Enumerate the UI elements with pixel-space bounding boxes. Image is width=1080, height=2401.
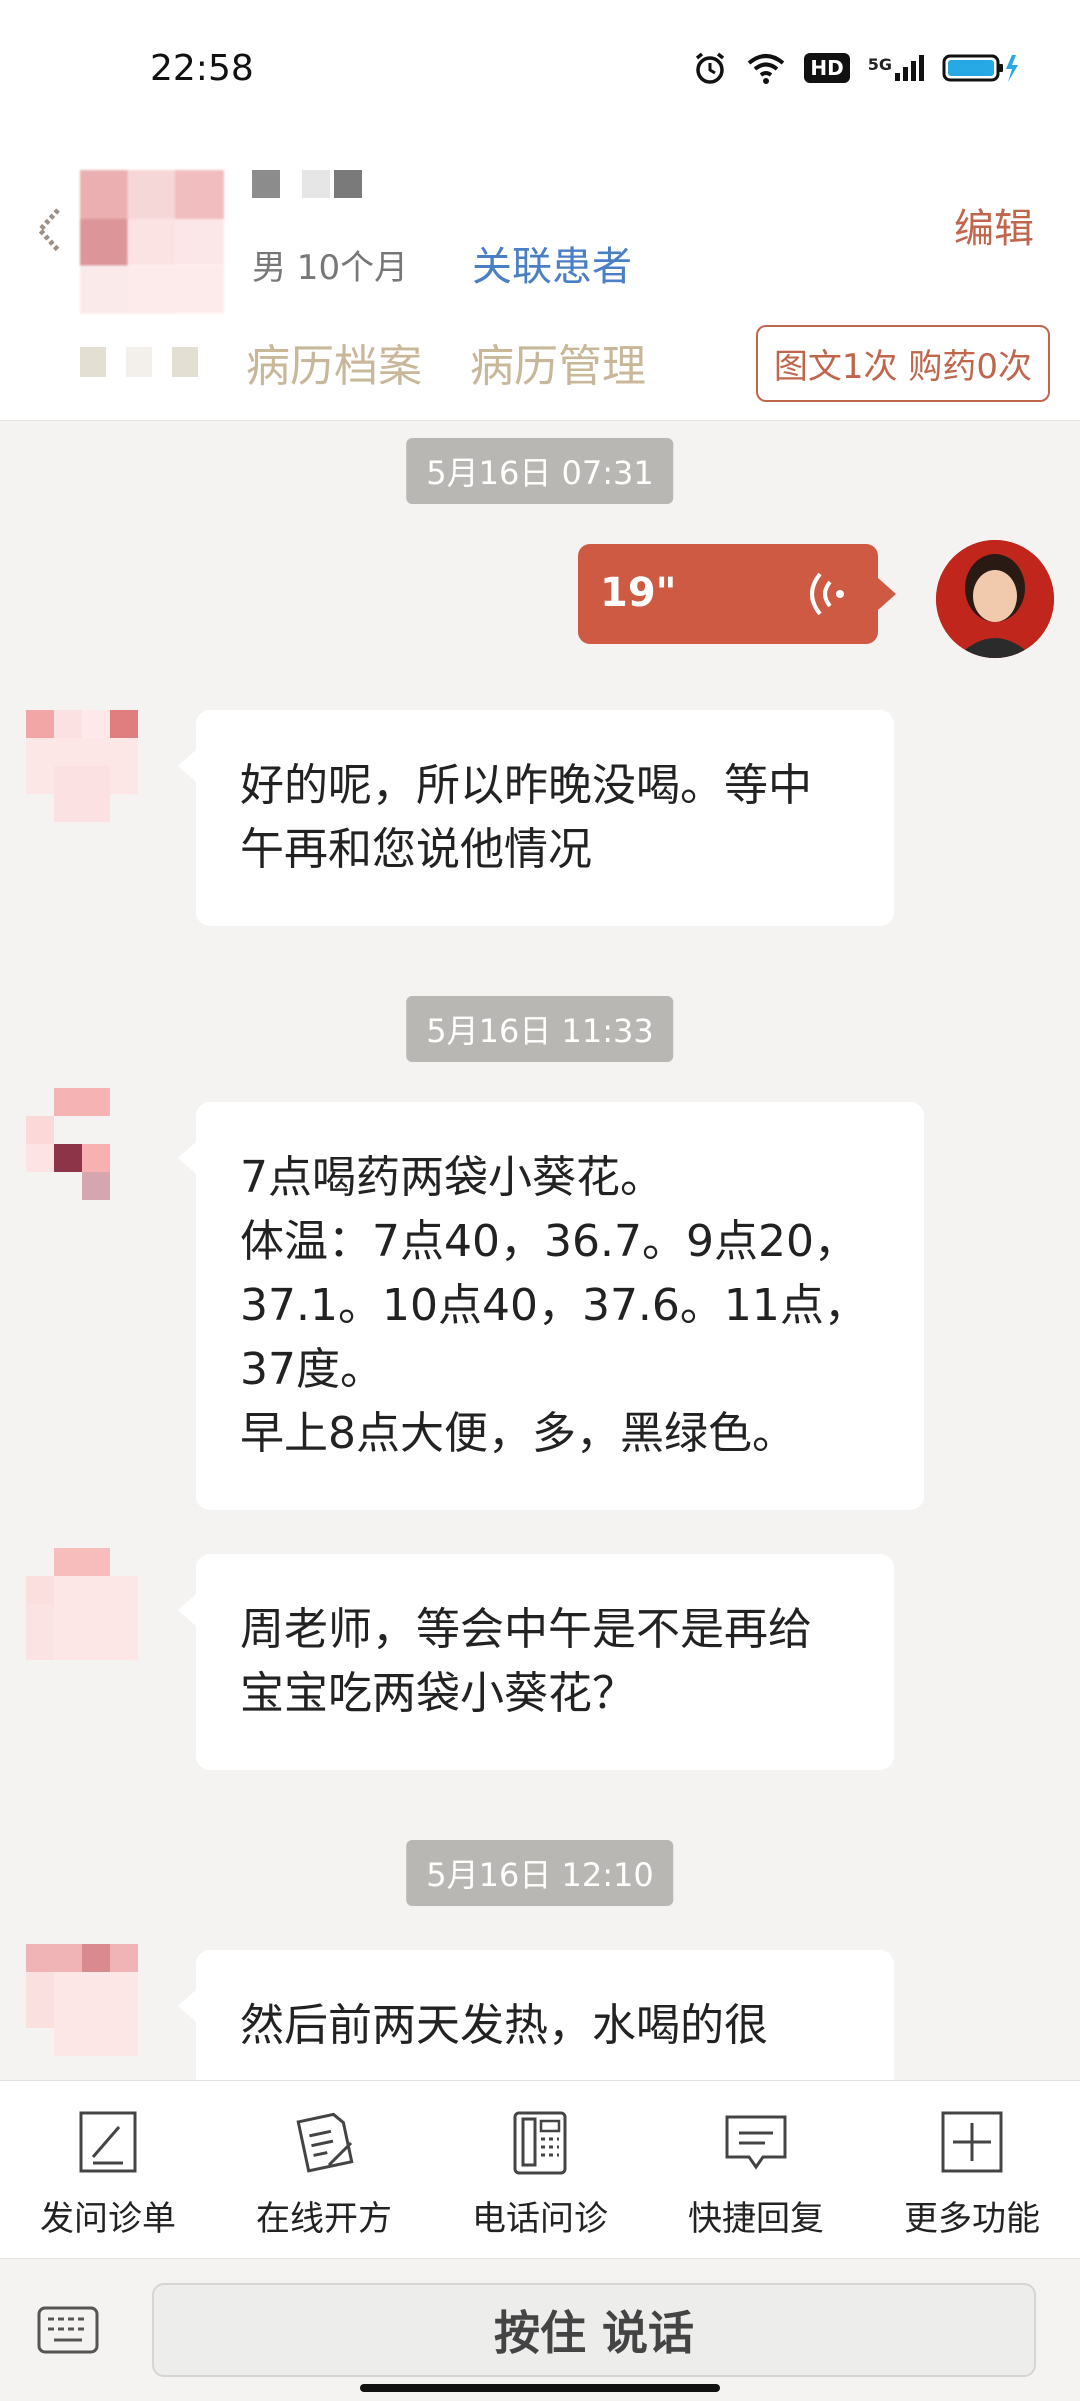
- message-bubble[interactable]: 周老师，等会中午是不是再给 宝宝吃两袋小葵花？: [178, 1554, 894, 1770]
- tool-send-form[interactable]: 发问诊单: [0, 2081, 216, 2259]
- patient-avatar-small[interactable]: [26, 1944, 138, 2056]
- signal-icon: 5G: [868, 55, 924, 81]
- tool-online-prescription[interactable]: 在线开方: [216, 2081, 432, 2259]
- keyboard-icon[interactable]: [36, 2305, 100, 2355]
- chat-list[interactable]: 5月16日 07:31 19" 好的呢，所以昨晚没喝。等中 午再和您说他情况 5…: [0, 420, 1080, 2080]
- patient-avatar[interactable]: [80, 170, 224, 314]
- quick-reply-icon: [725, 2115, 787, 2170]
- input-bar: 按住 说话: [0, 2258, 1080, 2401]
- alarm-icon: [696, 52, 725, 84]
- patient-header: 男 10个月 关联患者 编辑 病历档案 病历管理 图文1次 购药0次: [0, 140, 1080, 421]
- timestamp: 5月16日 11:33: [406, 996, 674, 1062]
- tool-quick-reply[interactable]: 快捷回复: [648, 2081, 864, 2259]
- voice-wave-icon: [810, 572, 844, 616]
- voice-message[interactable]: 19": [578, 544, 896, 644]
- voice-duration: 19": [600, 570, 677, 616]
- tool-label: 在线开方: [256, 2199, 392, 2239]
- link-patient-button[interactable]: 关联患者: [472, 234, 632, 292]
- patient-name: [252, 170, 362, 198]
- wifi-icon: [748, 54, 785, 84]
- push-to-talk-button[interactable]: 按住 说话: [152, 2283, 1036, 2377]
- gender-age: 男 10个月: [252, 248, 409, 288]
- form-icon: [79, 2111, 137, 2173]
- battery-charging-icon: [942, 54, 1018, 82]
- tab-blurred[interactable]: [80, 347, 198, 377]
- status-icons: HD 5G: [692, 50, 1020, 86]
- tool-more[interactable]: 更多功能: [864, 2081, 1080, 2259]
- patient-avatar-small[interactable]: [26, 1548, 138, 1660]
- status-bar: 22:58 HD 5G: [0, 0, 1080, 140]
- tab-record-management[interactable]: 病历管理: [470, 330, 646, 394]
- patient-avatar-small[interactable]: [26, 710, 138, 822]
- timestamp: 5月16日 12:10: [406, 1840, 674, 1906]
- doctor-avatar[interactable]: [936, 540, 1054, 658]
- hd-badge: HD: [804, 53, 850, 83]
- doctor-photo: [936, 540, 1054, 658]
- network-type: 5G: [867, 55, 892, 74]
- prescription-icon: [296, 2112, 354, 2173]
- patient-avatar-small[interactable]: [26, 1088, 138, 1200]
- message-bubble[interactable]: 然后前两天发热，水喝的很: [178, 1950, 894, 2080]
- tool-phone-consult[interactable]: 电话问诊: [432, 2081, 648, 2259]
- tool-label: 快捷回复: [688, 2199, 824, 2239]
- tool-label: 更多功能: [904, 2199, 1040, 2239]
- edit-button[interactable]: 编辑: [954, 196, 1034, 254]
- timestamp: 5月16日 07:31: [406, 438, 674, 504]
- tool-label: 电话问诊: [472, 2199, 608, 2239]
- service-counter-badge[interactable]: 图文1次 购药0次: [755, 325, 1050, 402]
- back-icon[interactable]: [30, 200, 70, 260]
- phone-icon: [513, 2111, 567, 2175]
- header-tabs: 病历档案 病历管理: [80, 330, 646, 394]
- tool-label: 发问诊单: [40, 2199, 176, 2239]
- action-toolbar: 发问诊单 在线开方 电话问诊 快捷回复 更多功能: [0, 2080, 1080, 2259]
- message-bubble[interactable]: 7点喝药两袋小葵花。 体温：7点40，36.7。9点20， 37.1。10点40…: [178, 1102, 924, 1510]
- tab-medical-records[interactable]: 病历档案: [246, 330, 422, 394]
- clock: 22:58: [150, 48, 254, 89]
- plus-icon: [941, 2111, 1003, 2173]
- message-bubble[interactable]: 好的呢，所以昨晚没喝。等中 午再和您说他情况: [178, 710, 894, 926]
- home-indicator[interactable]: [360, 2384, 720, 2392]
